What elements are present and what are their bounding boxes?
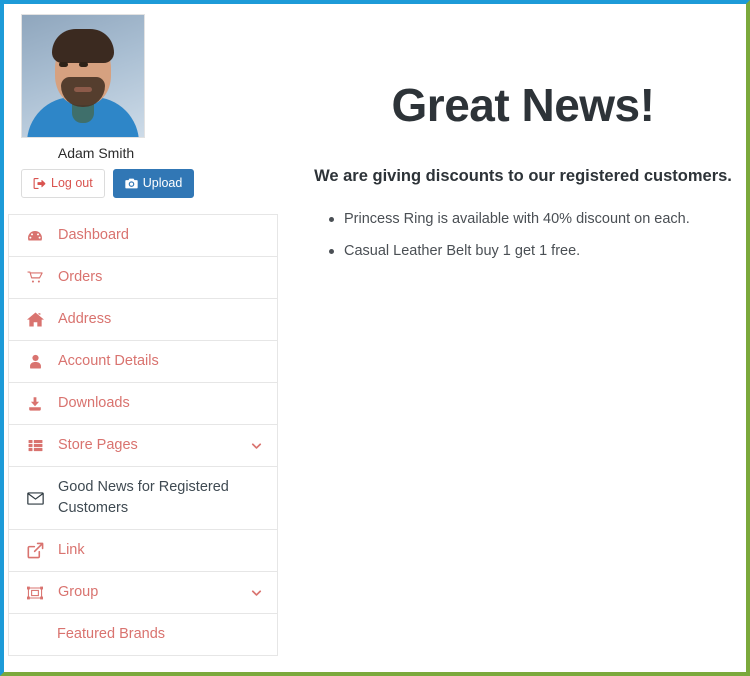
sidebar-item-link[interactable]: Link — [9, 530, 277, 572]
account-sidebar: Adam Smith Log out Upload Dashboard Orde… — [4, 4, 294, 656]
logout-button-label: Log out — [51, 176, 93, 191]
sidebar-item-label: Good News for Registered Customers — [58, 479, 229, 516]
sidebar-item-label: Orders — [58, 269, 103, 285]
page-title: Great News! — [391, 79, 655, 131]
sidebar-item-store-pages[interactable]: Store Pages — [9, 425, 277, 467]
page-frame: Adam Smith Log out Upload Dashboard Orde… — [0, 0, 750, 676]
account-layout: Adam Smith Log out Upload Dashboard Orde… — [4, 4, 746, 672]
chevron-down-icon[interactable] — [250, 586, 263, 599]
object-group-icon — [25, 585, 45, 601]
sidebar-item-address[interactable]: Address — [9, 299, 277, 341]
account-menu: Dashboard Orders Address Account Details… — [8, 214, 278, 656]
sidebar-item-featured-brands[interactable]: Featured Brands — [9, 614, 277, 656]
list-item: Princess Ring is available with 40% disc… — [329, 209, 742, 230]
sidebar-item-label: Group — [58, 584, 99, 600]
sidebar-item-label: Link — [58, 542, 85, 558]
th-list-icon — [25, 438, 45, 453]
home-icon — [25, 311, 45, 328]
sidebar-item-dashboard[interactable]: Dashboard — [9, 215, 277, 257]
sidebar-item-label: Account Details — [58, 353, 159, 369]
avatar-eye-right — [79, 62, 88, 67]
profile-name: Adam Smith — [57, 145, 135, 161]
user-icon — [25, 354, 45, 369]
sidebar-item-label: Downloads — [58, 395, 130, 411]
tachometer-icon — [25, 228, 45, 244]
sign-out-icon — [33, 177, 46, 190]
sidebar-item-group[interactable]: Group — [9, 572, 277, 614]
logout-button[interactable]: Log out — [21, 169, 105, 198]
offers-list: Princess Ring is available with 40% disc… — [304, 209, 742, 262]
sidebar-item-label: Address — [58, 311, 112, 327]
avatar-hair — [52, 29, 114, 63]
upload-button-label: Upload — [142, 176, 183, 191]
external-link-icon — [25, 542, 45, 559]
avatar-mouth — [74, 87, 92, 92]
sidebar-item-label: Featured Brands — [57, 626, 166, 642]
page-subtitle: We are giving discounts to our registere… — [314, 167, 732, 185]
main-content: Great News! We are giving discounts to o… — [294, 4, 746, 273]
profile-actions: Log out Upload — [21, 169, 294, 198]
sidebar-item-account-details[interactable]: Account Details — [9, 341, 277, 383]
sidebar-item-orders[interactable]: Orders — [9, 257, 277, 299]
profile-block: Adam Smith Log out Upload — [4, 4, 294, 198]
avatar — [21, 14, 145, 138]
sidebar-item-good-news-for-registered-customers[interactable]: Good News for Registered Customers — [9, 467, 277, 530]
shopping-cart-icon — [25, 269, 45, 286]
avatar-eye-left — [59, 62, 68, 67]
sidebar-item-downloads[interactable]: Downloads — [9, 383, 277, 425]
chevron-down-icon[interactable] — [250, 439, 263, 452]
list-item: Casual Leather Belt buy 1 get 1 free. — [329, 241, 742, 262]
sidebar-item-label: Dashboard — [58, 227, 129, 243]
upload-button[interactable]: Upload — [112, 169, 195, 198]
camera-icon — [125, 177, 138, 190]
sidebar-item-label: Store Pages — [58, 437, 138, 453]
download-icon — [25, 396, 45, 412]
envelope-icon — [25, 490, 45, 507]
